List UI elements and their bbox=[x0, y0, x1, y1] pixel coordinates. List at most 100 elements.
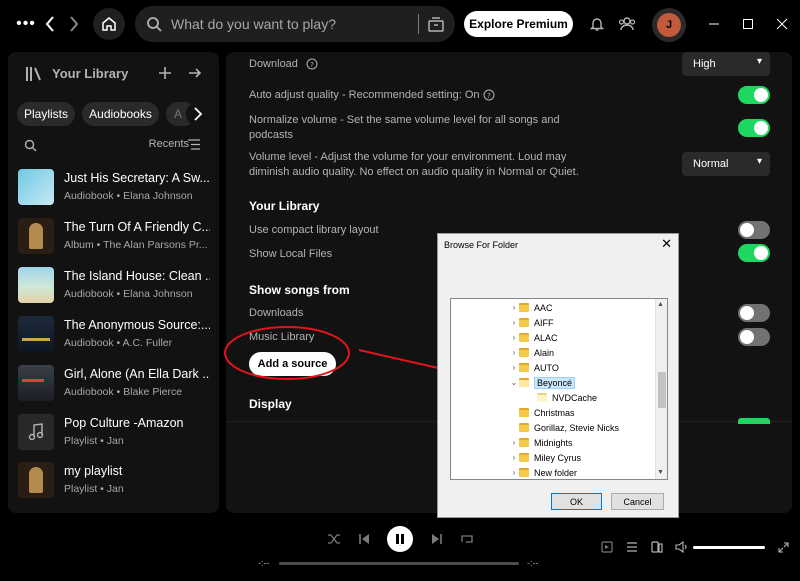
list-item[interactable]: The Island House: Clean ... Audiobook • … bbox=[18, 267, 218, 307]
scroll-down-icon[interactable]: ▼ bbox=[657, 469, 664, 476]
now-playing-view-icon[interactable] bbox=[600, 540, 614, 554]
friends-icon[interactable] bbox=[617, 15, 637, 33]
compact-layout-toggle[interactable] bbox=[738, 221, 770, 239]
connect-device-icon[interactable] bbox=[650, 540, 664, 554]
item-subtitle: Audiobook • Elana Johnson bbox=[64, 288, 193, 300]
chevron-right-icon[interactable]: › bbox=[509, 363, 519, 372]
folder-tree[interactable]: › AAC › AIFF › ALAC › Alain › AUTO ⌄ Beyoncé N… bbox=[450, 298, 668, 480]
folder-item-alain[interactable]: › Alain bbox=[509, 345, 554, 360]
more-options-icon[interactable]: ••• bbox=[14, 14, 38, 34]
chevron-right-icon[interactable]: › bbox=[509, 468, 519, 477]
cover-image bbox=[18, 218, 54, 254]
chevron-right-icon[interactable]: › bbox=[509, 453, 519, 462]
fullscreen-icon[interactable] bbox=[776, 540, 790, 554]
progress-bar[interactable] bbox=[279, 562, 519, 565]
folder-item-aac[interactable]: › AAC bbox=[509, 300, 553, 315]
folder-item-new-folder[interactable]: › New folder bbox=[509, 465, 577, 479]
chevron-right-icon[interactable]: › bbox=[509, 303, 519, 312]
toggle-knob bbox=[740, 223, 754, 237]
volume-level-dropdown[interactable]: Normal ▾ bbox=[682, 152, 770, 176]
folder-item-beyonce[interactable]: ⌄ Beyoncé bbox=[509, 375, 576, 390]
folder-item-christmas[interactable]: Christmas bbox=[519, 405, 575, 420]
folder-item-nvdcache[interactable]: NVDCache bbox=[537, 390, 597, 405]
compact-layout-label: Use compact library layout bbox=[249, 224, 379, 236]
chevron-right-icon[interactable] bbox=[186, 102, 210, 126]
expand-arrow-icon[interactable] bbox=[186, 64, 204, 82]
play-pause-button[interactable] bbox=[387, 526, 413, 552]
library-search-icon[interactable] bbox=[22, 137, 38, 153]
chevron-right-icon[interactable]: › bbox=[509, 333, 519, 342]
chevron-right-icon[interactable]: › bbox=[509, 348, 519, 357]
top-bar: ••• What do you want to play? Explore Pr… bbox=[0, 0, 800, 48]
folder-item-gorillaz[interactable]: Gorillaz, Stevie Nicks bbox=[519, 420, 619, 435]
close-icon[interactable]: ✕ bbox=[661, 236, 672, 252]
dialog-title: Browse For Folder bbox=[444, 240, 519, 250]
forward-arrow-icon[interactable] bbox=[64, 12, 84, 36]
queue-icon[interactable] bbox=[625, 540, 639, 554]
music-library-toggle[interactable] bbox=[738, 328, 770, 346]
ok-button[interactable]: OK bbox=[551, 493, 602, 510]
filter-chip-playlists[interactable]: Playlists bbox=[17, 102, 75, 126]
volume-slider[interactable] bbox=[693, 546, 765, 549]
sort-recents[interactable]: Recents bbox=[149, 138, 189, 150]
filter-chip-audiobooks[interactable]: Audiobooks bbox=[82, 102, 159, 126]
minimize-icon[interactable] bbox=[706, 16, 722, 32]
folder-icon bbox=[519, 348, 529, 357]
add-source-button[interactable]: Add a source bbox=[249, 352, 336, 376]
local-files-toggle[interactable] bbox=[738, 244, 770, 262]
home-icon[interactable] bbox=[93, 8, 125, 40]
close-window-icon[interactable] bbox=[774, 16, 790, 32]
toggle-knob bbox=[740, 330, 754, 344]
list-item[interactable]: my playlist Playlist • Jan bbox=[18, 462, 218, 502]
info-icon[interactable]: ? bbox=[482, 88, 496, 102]
cancel-button[interactable]: Cancel bbox=[611, 493, 664, 510]
scroll-up-icon[interactable]: ▲ bbox=[657, 301, 664, 308]
cover-image bbox=[18, 365, 54, 401]
previous-icon[interactable] bbox=[355, 530, 373, 548]
search-input[interactable]: What do you want to play? bbox=[171, 16, 336, 32]
volume-icon[interactable] bbox=[674, 540, 688, 554]
avatar[interactable]: J bbox=[652, 8, 686, 42]
tree-scrollbar[interactable]: ▲ ▼ bbox=[655, 299, 667, 479]
downloads-source-toggle[interactable] bbox=[738, 304, 770, 322]
chevron-right-icon[interactable]: › bbox=[509, 318, 519, 327]
shuffle-icon[interactable] bbox=[325, 530, 343, 548]
partially-visible-toggle[interactable] bbox=[738, 418, 770, 424]
folder-item-miley-cyrus[interactable]: › Miley Cyrus bbox=[509, 450, 581, 465]
folder-item-aiff[interactable]: › AIFF bbox=[509, 315, 554, 330]
item-subtitle: Audiobook • Elana Johnson bbox=[64, 190, 193, 202]
library-icon[interactable] bbox=[24, 65, 44, 83]
library-title[interactable]: Your Library bbox=[52, 66, 128, 81]
next-icon[interactable] bbox=[428, 530, 446, 548]
search-bar[interactable]: What do you want to play? bbox=[135, 6, 455, 42]
info-icon[interactable]: ? bbox=[305, 57, 319, 71]
library-sidebar: Your Library Playlists Audiobooks A Rece… bbox=[8, 52, 219, 513]
plus-icon[interactable] bbox=[156, 64, 174, 82]
list-item[interactable]: The Anonymous Source:... Audiobook • A.C… bbox=[18, 316, 218, 356]
auto-adjust-toggle[interactable] bbox=[738, 86, 770, 104]
back-arrow-icon[interactable] bbox=[40, 12, 60, 36]
item-title: The Turn Of A Friendly C... bbox=[64, 220, 210, 234]
list-item[interactable]: Girl, Alone (An Ella Dark ... Audiobook … bbox=[18, 365, 218, 405]
bell-icon[interactable] bbox=[588, 15, 606, 33]
list-item[interactable]: Pop Culture -Amazon Playlist • Jan bbox=[18, 414, 218, 454]
download-quality-dropdown[interactable]: High ▾ bbox=[682, 52, 770, 76]
browse-icon[interactable] bbox=[426, 15, 446, 33]
normalize-toggle[interactable] bbox=[738, 119, 770, 137]
folder-item-alac[interactable]: › ALAC bbox=[509, 330, 558, 345]
list-view-icon[interactable] bbox=[187, 138, 201, 150]
scroll-thumb[interactable] bbox=[658, 372, 666, 408]
search-icon bbox=[145, 15, 163, 33]
explore-premium-button[interactable]: Explore Premium bbox=[464, 11, 573, 37]
dropdown-value: Normal bbox=[693, 158, 729, 170]
folder-item-auto[interactable]: › AUTO bbox=[509, 360, 559, 375]
item-title: Just His Secretary: A Sw... bbox=[64, 171, 210, 185]
chevron-right-icon[interactable]: › bbox=[509, 438, 519, 447]
folder-item-midnights[interactable]: › Midnights bbox=[509, 435, 573, 450]
list-item[interactable]: The Turn Of A Friendly C... Album • The … bbox=[18, 218, 218, 258]
folder-icon bbox=[519, 303, 529, 312]
maximize-icon[interactable] bbox=[740, 16, 756, 32]
repeat-icon[interactable] bbox=[458, 530, 476, 548]
chevron-down-icon[interactable]: ⌄ bbox=[509, 378, 519, 387]
list-item[interactable]: Just His Secretary: A Sw... Audiobook • … bbox=[18, 169, 218, 209]
